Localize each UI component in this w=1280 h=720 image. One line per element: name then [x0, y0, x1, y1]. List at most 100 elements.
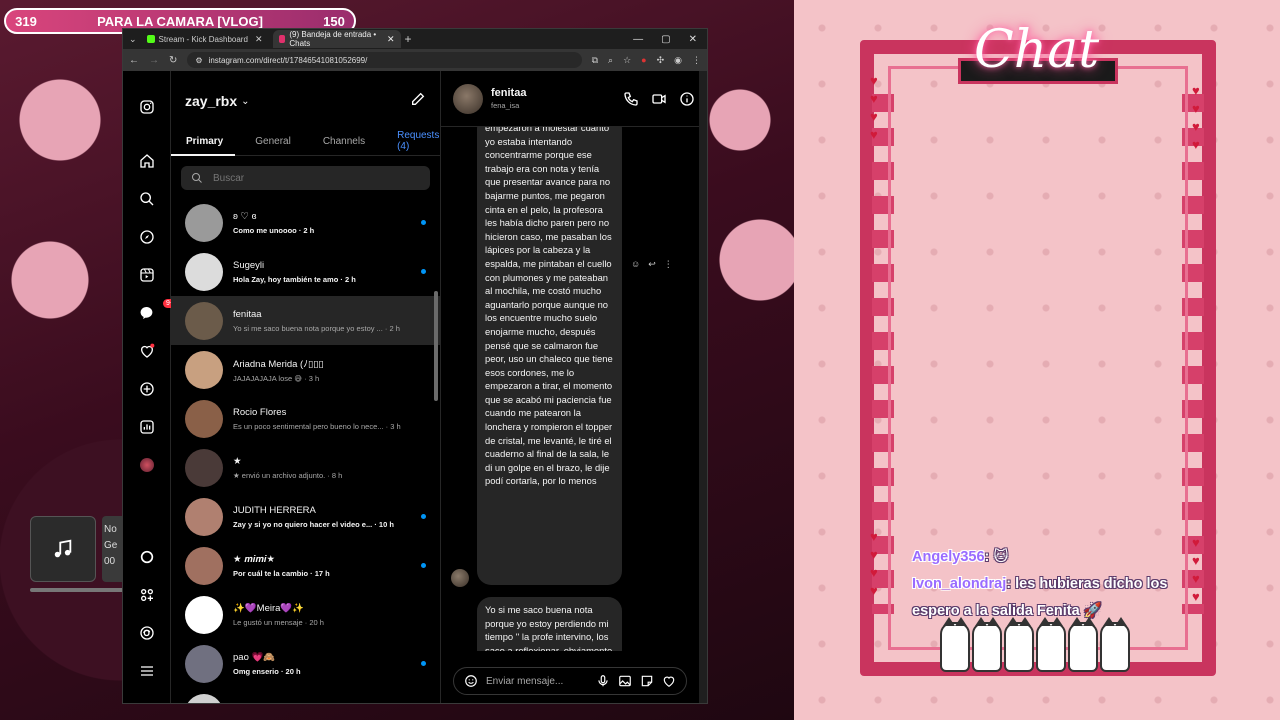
conversation-item[interactable]: ʚ ♡ ɞ Como me unoooo · 2 h — [171, 198, 440, 247]
search-input[interactable] — [213, 172, 430, 184]
preview-text: ★ envió un archivo adjunto. — [233, 470, 326, 480]
sender-avatar — [451, 569, 469, 587]
inbox-scrollbar[interactable] — [434, 291, 438, 401]
search-icon[interactable] — [137, 189, 157, 209]
like-heart-icon[interactable] — [662, 674, 676, 688]
profile-avatar-icon[interactable] — [137, 455, 157, 475]
music-progress — [30, 588, 126, 592]
stream-title: PARA LA CAMARA [VLOG] — [97, 13, 263, 29]
nav-rail: 9+ — [123, 71, 177, 703]
tab-underline — [171, 154, 440, 156]
url-field[interactable]: ⚙ instagram.com/direct/t/178465410810526… — [187, 52, 582, 68]
minimize-icon[interactable]: — — [633, 34, 643, 45]
conversation-item[interactable]: ★ ★ envió un archivo adjunto. · 8 h — [171, 443, 440, 492]
stream-right-count: 150 — [323, 13, 345, 29]
phone-icon[interactable] — [623, 91, 639, 107]
profile-icon[interactable]: ◉ — [674, 55, 682, 66]
chevron-down-icon[interactable]: ⌄ — [241, 96, 249, 107]
conversation-item[interactable]: pao 💗🙈 Omg enserio · 20 h — [171, 639, 440, 688]
tab-bar: ⌄ Stream - Kick Dashboard ✕ (9) Bandeja … — [123, 29, 707, 49]
apps-grid-icon[interactable] — [137, 585, 157, 605]
tab-primary[interactable]: Primary — [186, 136, 223, 147]
conversation-name: ★ 𝒎𝒊𝒎𝒊★ — [233, 553, 275, 565]
maximize-icon[interactable]: ▢ — [661, 34, 670, 45]
notifications-heart-icon[interactable] — [137, 341, 157, 361]
tab-label: (9) Bandeja de entrada • Chats — [289, 30, 377, 48]
emoji-icon[interactable] — [464, 674, 478, 688]
microphone-icon[interactable] — [596, 674, 610, 688]
close-tab-icon[interactable]: ✕ — [387, 34, 395, 45]
thread-header: fenitaa fena_isa — [441, 71, 707, 127]
account-switcher[interactable]: zay_rbx — [185, 93, 237, 109]
conversation-item[interactable]: Ariadna Merida (ﾉ▯▯▯ JAJAJAJAJA lose 😅 · … — [171, 345, 440, 394]
conversation-text: Rocio Flores Es un poco sentimental pero … — [233, 407, 426, 431]
sticker-icon[interactable] — [640, 674, 654, 688]
preview-text: Zay y si yo no quiero hacer el video e..… — [233, 519, 373, 529]
unread-dot — [421, 514, 426, 519]
conversation-preview: Como me unoooo · 2 h — [233, 226, 426, 235]
conversation-item[interactable]: JUDITH HERRERA Zay y si yo no quiero hace… — [171, 492, 440, 541]
bookmark-star-icon[interactable]: ☆ — [623, 55, 631, 66]
conversation-item[interactable]: Sugeyli Hola Zay, hoy también te amo · 2 … — [171, 247, 440, 296]
tab-search-icon[interactable]: ⌄ — [129, 34, 137, 45]
message-input[interactable] — [486, 675, 588, 687]
window-scrollbar[interactable] — [699, 71, 707, 703]
conversation-item[interactable]: ★ 𝒎𝒊𝒎𝒊★ Por cuál te la cambio · 17 h — [171, 541, 440, 590]
instagram-logo-icon[interactable] — [137, 97, 157, 117]
extension-icon[interactable]: ● — [641, 55, 646, 66]
close-window-icon[interactable]: ✕ — [689, 34, 697, 45]
unread-dot — [421, 563, 426, 568]
tab-requests[interactable]: Requests (4) — [397, 130, 439, 152]
zoom-icon[interactable]: ⌕ — [608, 55, 613, 66]
tab-instagram[interactable]: (9) Bandeja de entrada • Chats ✕ — [272, 30, 401, 48]
forward-icon[interactable]: → — [149, 55, 159, 66]
conversation-item[interactable]: ✨💜Meira💜✨ Le gustó un mensaje · 20 h — [171, 590, 440, 639]
reload-icon[interactable]: ↻ — [169, 55, 177, 66]
tab-general[interactable]: General — [255, 136, 291, 147]
thread-panel: fenitaa fena_isa empezaron a molestar cu… — [441, 71, 707, 703]
reels-icon[interactable] — [137, 265, 157, 285]
thread-title[interactable]: fenitaa fena_isa — [491, 87, 526, 110]
new-tab-icon[interactable]: + — [405, 32, 412, 46]
compose-icon[interactable] — [410, 91, 426, 112]
preview-text: Le gustó un mensaje — [233, 617, 303, 627]
conversation-preview: Hola Zay, hoy también te amo · 2 h — [233, 275, 426, 284]
chat-username: Ivon_alondraj — [912, 576, 1007, 592]
chat-title: Chat — [974, 20, 1100, 80]
heart-decoration-icon: ♥ ♥ ♥ ♥ — [1192, 83, 1200, 152]
conversation-item[interactable]: Rocio Flores Es un poco sentimental pero … — [171, 394, 440, 443]
react-emoji-icon[interactable]: ☺ — [631, 259, 640, 270]
more-menu-icon[interactable] — [137, 661, 157, 681]
install-icon[interactable]: ⧉ — [592, 55, 598, 66]
create-icon[interactable] — [137, 379, 157, 399]
messenger-icon[interactable]: 9+ — [137, 299, 177, 323]
preview-text: Por cuál te la cambio — [233, 568, 309, 578]
conversation-avatar — [185, 301, 223, 340]
puzzle-icon[interactable]: ✣ — [657, 55, 665, 66]
video-call-icon[interactable] — [651, 91, 667, 107]
threads-circle-icon[interactable] — [137, 547, 157, 567]
cat-icon — [972, 617, 1002, 672]
tab-channels[interactable]: Channels — [323, 136, 365, 147]
image-icon[interactable] — [618, 674, 632, 688]
more-options-icon[interactable]: ⋮ — [664, 259, 673, 270]
conversation-item[interactable]: fenitaa Yo si me saco buena nota porque y… — [171, 296, 440, 345]
info-icon[interactable] — [679, 91, 695, 107]
conversation-name: ✨💜Meira💜✨ — [233, 602, 305, 614]
explore-icon[interactable] — [137, 227, 157, 247]
threads-icon[interactable] — [137, 623, 157, 643]
close-tab-icon[interactable]: ✕ — [255, 34, 263, 45]
search-icon — [192, 173, 202, 183]
menu-dots-icon[interactable]: ⋮ — [692, 55, 701, 66]
conversation-item[interactable]: mia_clips83 — [171, 688, 440, 703]
conversation-name: ★ — [233, 455, 242, 467]
dashboard-icon[interactable] — [137, 417, 157, 437]
chat-message: Angely356: 🐱 — [912, 549, 1009, 565]
thread-avatar[interactable] — [453, 83, 483, 114]
home-icon[interactable] — [137, 151, 157, 171]
tab-kick-dashboard[interactable]: Stream - Kick Dashboard ✕ — [141, 30, 269, 48]
site-info-icon[interactable]: ⚙ — [195, 56, 202, 65]
back-icon[interactable]: ← — [129, 55, 139, 66]
reply-icon[interactable]: ↩ — [648, 259, 656, 270]
thread-name: fenitaa — [491, 87, 527, 99]
